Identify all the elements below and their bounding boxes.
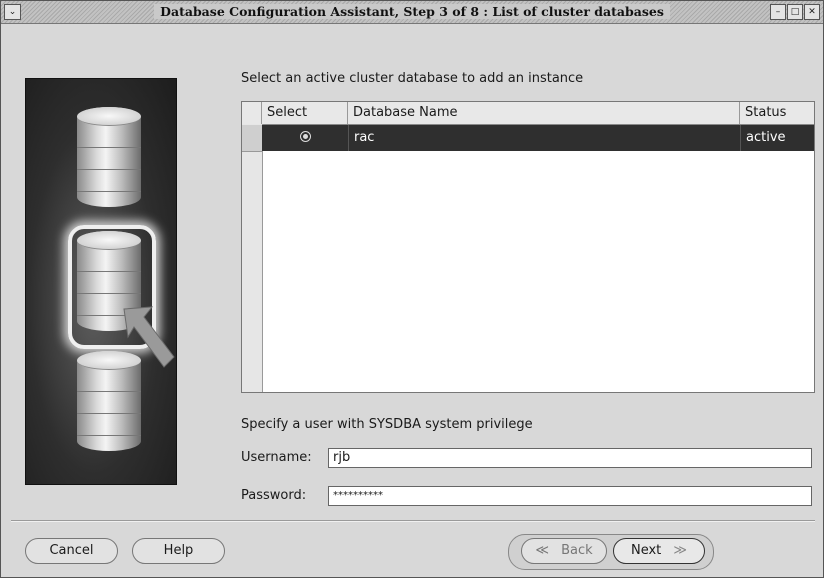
database-cylinder-icon xyxy=(77,107,141,207)
dialog-window: ⌄ Database Configuration Assistant, Step… xyxy=(0,0,824,578)
database-cylinder-icon xyxy=(77,351,141,451)
back-arrow-icon: ≪ xyxy=(535,543,549,558)
table-row[interactable]: rac active xyxy=(262,125,814,151)
footer-separator xyxy=(11,520,815,522)
sysdba-prompt: Specify a user with SYSDBA system privil… xyxy=(241,417,533,432)
help-button[interactable]: Help xyxy=(132,538,225,564)
cancel-button[interactable]: Cancel xyxy=(25,538,118,564)
cluster-database-table[interactable]: Select Database Name Status rac active xyxy=(241,101,815,393)
username-field[interactable]: rjb xyxy=(328,448,812,468)
minimize-icon[interactable]: – xyxy=(770,4,786,20)
instruction-text: Select an active cluster database to add… xyxy=(241,71,584,86)
select-cell[interactable] xyxy=(262,125,348,151)
username-label: Username: xyxy=(241,450,312,465)
next-arrow-icon: ≫ xyxy=(673,543,688,558)
column-header-status[interactable]: Status xyxy=(740,102,814,124)
title-bar[interactable]: ⌄ Database Configuration Assistant, Step… xyxy=(1,1,823,24)
next-label: Next xyxy=(630,543,662,558)
back-button[interactable]: ≪ Back xyxy=(521,538,607,564)
maximize-icon[interactable]: □ xyxy=(787,4,803,20)
database-illustration xyxy=(25,78,177,485)
column-header-database-name[interactable]: Database Name xyxy=(348,102,740,124)
password-label: Password: xyxy=(241,488,307,503)
row-header-column xyxy=(242,124,263,392)
row-header-corner xyxy=(242,102,262,124)
window-title: Database Configuration Assistant, Step 3… xyxy=(1,4,823,19)
back-label: Back xyxy=(561,543,593,558)
next-button[interactable]: Next ≫ xyxy=(613,538,705,564)
password-field[interactable]: ********** xyxy=(328,486,812,506)
row-header-cell[interactable] xyxy=(242,125,262,152)
status-cell: active xyxy=(740,125,814,151)
database-name-cell: rac xyxy=(348,125,740,151)
table-header: Select Database Name Status xyxy=(242,102,814,125)
radio-button[interactable] xyxy=(299,131,311,142)
close-icon[interactable]: ✕ xyxy=(804,4,820,20)
column-header-select[interactable]: Select xyxy=(262,102,348,124)
